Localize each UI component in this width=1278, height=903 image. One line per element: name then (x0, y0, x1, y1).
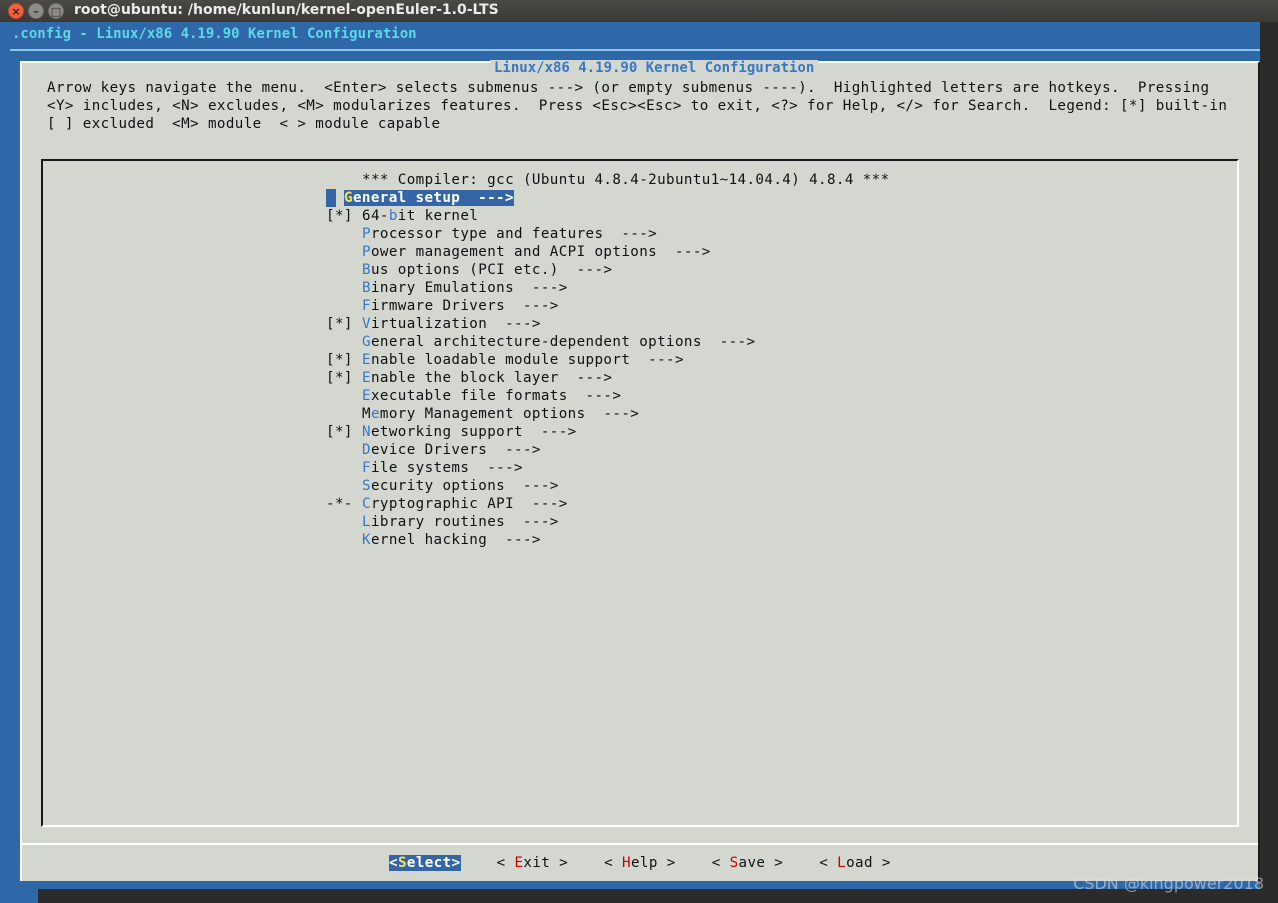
menu-item-label: Library routines ---> (362, 514, 559, 530)
hotkey-letter: K (362, 532, 371, 548)
menu-item-state: [*] (326, 352, 353, 368)
hotkey-letter: e (370, 406, 380, 422)
menu-item-label: Binary Emulations ---> (362, 280, 568, 296)
menu-item-label: Kernel hacking ---> (362, 532, 541, 548)
hotkey-letter: F (362, 460, 371, 476)
menu-item[interactable]: General architecture-dependent options -… (326, 333, 755, 351)
menu-item[interactable]: Power management and ACPI options ---> (326, 243, 711, 261)
menu-item[interactable]: Executable file formats ---> (326, 387, 621, 405)
hotkey-letter: S (362, 478, 371, 494)
menu-item-label: Enable the block layer ---> (362, 370, 613, 386)
menu-item[interactable]: Memory Management options ---> (326, 405, 639, 423)
menu-item[interactable]: Processor type and features ---> (326, 225, 657, 243)
menu-item-label: Networking support ---> (362, 424, 577, 440)
hotkey-letter: E (362, 352, 371, 368)
compiler-info: *** Compiler: gcc (Ubuntu 4.8.4-2ubuntu1… (362, 172, 890, 188)
hotkey-letter: F (362, 298, 371, 314)
menu-item-label: Cryptographic API ---> (362, 496, 568, 512)
help-button[interactable]: < Help > (604, 855, 676, 871)
hotkey-letter: b (388, 208, 398, 224)
window-maximize-icon[interactable]: □ (48, 3, 64, 19)
dialog-title: Linux/x86 4.19.90 Kernel Configuration (490, 60, 819, 76)
hotkey-letter: P (362, 226, 371, 242)
load-button[interactable]: < Load > (819, 855, 891, 871)
help-text-line-3: [ ] excluded <M> module < > module capab… (47, 116, 441, 132)
window-title: root@ubuntu: /home/kunlun/kernel-openEul… (74, 2, 499, 18)
hotkey-letter: V (362, 316, 371, 332)
backtitle: .config - Linux/x86 4.19.90 Kernel Confi… (12, 26, 417, 42)
hotkey-letter: L (362, 514, 371, 530)
button-hotkey-letter: E (514, 855, 524, 871)
menu-list[interactable]: *** Compiler: gcc (Ubuntu 4.8.4-2ubuntu1… (41, 159, 1239, 827)
menu-item-label: Enable loadable module support ---> (362, 352, 684, 368)
kernel-config-dialog: Linux/x86 4.19.90 Kernel Configuration A… (20, 60, 1260, 881)
menu-item-label: File systems ---> (362, 460, 523, 476)
menu-item[interactable]: [*] Networking support ---> (326, 423, 577, 441)
backtitle-rule (10, 49, 1268, 51)
button-hotkey-letter: L (837, 855, 847, 871)
button-hotkey-letter: H (622, 855, 631, 871)
button-row-divider (22, 843, 1258, 845)
hotkey-letter: G (362, 334, 371, 350)
hotkey-letter: P (362, 244, 371, 260)
menu-item[interactable]: [*] Virtualization ---> (326, 315, 541, 333)
menu-item-label: Power management and ACPI options ---> (362, 244, 711, 260)
menu-item[interactable]: Bus options (PCI etc.) ---> (326, 261, 612, 279)
select-button[interactable]: <Select> (389, 855, 461, 871)
menu-item[interactable]: General setup ---> (326, 189, 514, 207)
menu-item-label: Executable file formats ---> (362, 388, 622, 404)
help-text-line-1: Arrow keys navigate the menu. <Enter> se… (47, 80, 1210, 96)
menu-item-label: Virtualization ---> (362, 316, 541, 332)
selection-cursor (326, 189, 336, 207)
menu-item-label: Firmware Drivers ---> (362, 298, 559, 314)
window-titlebar: × – □ root@ubuntu: /home/kunlun/kernel-o… (0, 0, 1278, 22)
button-row: <Select> < Exit > < Help > < Save > < Load > (389, 855, 927, 873)
watermark: CSDN @kingpower2018 (1073, 874, 1264, 893)
menu-item[interactable]: -*- Cryptographic API ---> (326, 495, 568, 513)
exit-button[interactable]: < Exit > (497, 855, 569, 871)
hotkey-letter: N (362, 424, 371, 440)
menu-item-state: [*] (326, 208, 353, 224)
hotkey-letter: D (362, 442, 371, 458)
menu-item[interactable]: File systems ---> (326, 459, 523, 477)
save-button[interactable]: < Save > (712, 855, 784, 871)
menu-item-label: Security options ---> (362, 478, 559, 494)
button-hotkey-letter: S (729, 855, 739, 871)
menu-item[interactable]: Device Drivers ---> (326, 441, 541, 459)
menu-item[interactable]: Firmware Drivers ---> (326, 297, 559, 315)
menu-item[interactable]: Security options ---> (326, 477, 559, 495)
window-minimize-icon[interactable]: – (28, 3, 44, 19)
menu-item-label: General setup ---> (344, 190, 514, 206)
hotkey-letter: B (362, 262, 371, 278)
help-text-line-2: <Y> includes, <N> excludes, <M> modulari… (47, 98, 1228, 114)
menu-item-state: [*] (326, 316, 353, 332)
menu-item[interactable]: [*] Enable the block layer ---> (326, 369, 612, 387)
menu-item[interactable]: [*] Enable loadable module support ---> (326, 351, 684, 369)
hotkey-letter: G (344, 190, 353, 206)
hotkey-letter: E (362, 388, 371, 404)
menu-item-state: [*] (326, 370, 353, 386)
menu-item-label: 64-bit kernel (362, 208, 479, 224)
window-close-icon[interactable]: × (8, 3, 24, 19)
menu-item-label: Device Drivers ---> (362, 442, 541, 458)
menu-item-label: General architecture-dependent options -… (362, 334, 756, 350)
menu-item-state: [*] (326, 424, 353, 440)
terminal-right-edge (1260, 22, 1278, 903)
menu-item-label: Memory Management options ---> (362, 406, 640, 422)
menu-item[interactable]: [*] 64-bit kernel (326, 207, 478, 225)
menu-item[interactable]: Kernel hacking ---> (326, 531, 541, 549)
hotkey-letter: C (362, 496, 371, 512)
menu-item[interactable]: Binary Emulations ---> (326, 279, 568, 297)
menu-item-label: Bus options (PCI etc.) ---> (362, 262, 613, 278)
menu-item-state: -*- (326, 496, 353, 512)
menu-item[interactable]: Library routines ---> (326, 513, 559, 531)
button-hotkey-letter: S (397, 855, 407, 871)
menu-item-label: Processor type and features ---> (362, 226, 658, 242)
hotkey-letter: E (362, 370, 371, 386)
hotkey-letter: B (362, 280, 371, 296)
